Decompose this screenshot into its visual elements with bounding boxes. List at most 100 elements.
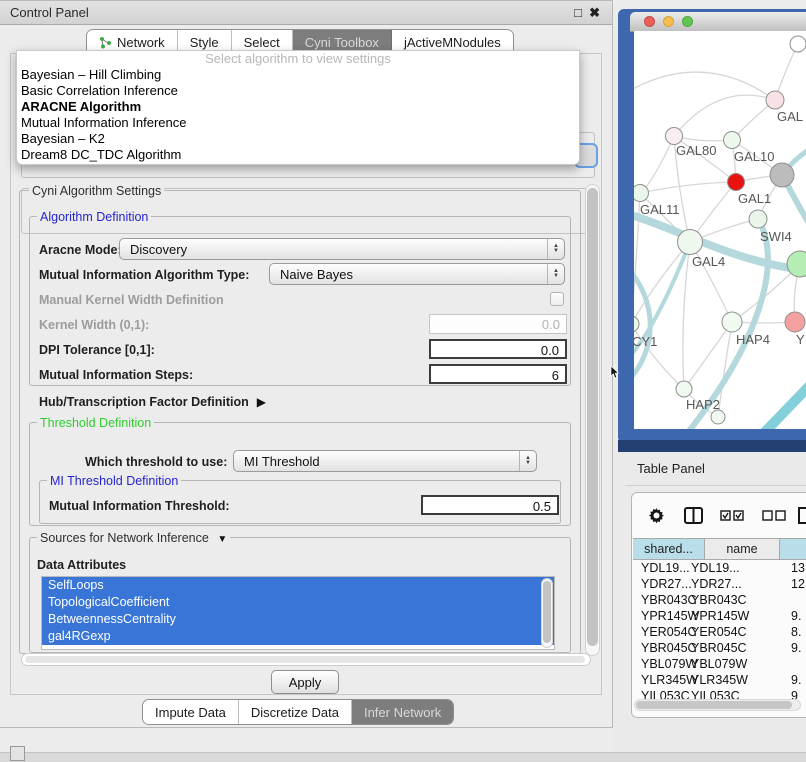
control-panel-titlebar: Control Panel □ ✖: [0, 1, 612, 25]
tab-label: Infer Network: [364, 705, 441, 720]
algorithm-option[interactable]: Bayesian – K2: [17, 131, 579, 147]
main-scrollbar-thumb[interactable]: [587, 188, 598, 646]
tab-infer-network[interactable]: Infer Network: [352, 700, 453, 724]
network-node-gal10[interactable]: [724, 132, 741, 149]
hub-definition-section[interactable]: Hub/Transcription Factor Definition ▶: [39, 395, 266, 409]
algorithm-option[interactable]: ARACNE Algorithm: [17, 99, 579, 115]
attribute-item[interactable]: TopologicalCoefficient: [42, 594, 554, 611]
network-node[interactable]: [790, 36, 806, 52]
table-hscrollbar-track[interactable]: [634, 699, 801, 711]
attribute-item[interactable]: BetweennessCentrality: [42, 611, 554, 628]
kernel-width-field[interactable]: 0.0: [429, 314, 567, 334]
network-window-bottom-edge: [618, 440, 806, 452]
attr-list-scrollbar-track[interactable]: [541, 578, 553, 648]
which-threshold-combo[interactable]: MI Threshold ▲▼: [233, 450, 537, 472]
control-panel-title: Control Panel: [10, 5, 89, 20]
partial-toolbar-button[interactable]: [10, 746, 25, 761]
combo-stepper-icon: ▲▼: [519, 451, 536, 471]
kernel-width-label: Kernel Width (0,1):: [39, 318, 149, 332]
network-node-gal1[interactable]: [728, 174, 745, 191]
close-traffic-icon[interactable]: [644, 16, 655, 27]
combo-stepper-icon: ▲▼: [547, 239, 564, 259]
mi-type-combo[interactable]: Naive Bayes ▲▼: [269, 263, 565, 285]
manual-kernel-label: Manual Kernel Width Definition: [39, 293, 224, 307]
network-node-gal11[interactable]: [634, 185, 649, 202]
table-cell: 8.: [791, 625, 801, 639]
table-row[interactable]: YBR045CYBR045C9.: [633, 640, 806, 656]
document-icon[interactable]: [798, 507, 806, 524]
attr-list-scrollbar-thumb[interactable]: [543, 581, 551, 643]
expand-right-icon[interactable]: ▶: [257, 395, 266, 409]
algorithm-option[interactable]: Basic Correlation Inference: [17, 83, 579, 99]
zoom-traffic-icon[interactable]: [682, 16, 693, 27]
list-hscrollbar-track[interactable]: [21, 653, 591, 666]
network-node-gal[interactable]: [766, 91, 784, 109]
mi-steps-field[interactable]: 6: [429, 364, 567, 384]
cyni-algorithm-settings-title: Cyni Algorithm Settings: [29, 184, 164, 198]
network-node[interactable]: [711, 410, 725, 424]
aracne-mode-combo[interactable]: Discovery ▲▼: [119, 238, 565, 260]
network-node-hap2[interactable]: [676, 381, 692, 397]
table-row[interactable]: YBL079WYBL079W: [633, 656, 806, 672]
table-row[interactable]: YBR043CYBR043C: [633, 592, 806, 608]
network-node-y[interactable]: [785, 312, 805, 332]
apply-button[interactable]: Apply: [271, 670, 339, 694]
main-scrollbar-track[interactable]: [585, 184, 600, 656]
manual-kernel-checkbox[interactable]: [550, 292, 564, 306]
mi-threshold-field[interactable]: 0.5: [421, 495, 559, 515]
collapse-down-icon[interactable]: ▼: [217, 534, 227, 545]
unchecked-pair-icon[interactable]: [762, 510, 786, 521]
algorithm-option[interactable]: Dream8 DC_TDC Algorithm: [17, 147, 579, 163]
algorithm-option[interactable]: Mutual Information Inference: [17, 115, 579, 131]
network-node-gal4[interactable]: [678, 230, 703, 255]
table-cell: YBL079W: [641, 657, 697, 671]
tab-discretize-data[interactable]: Discretize Data: [239, 700, 352, 724]
table-cell: 9.: [791, 609, 801, 623]
table-cell: YBR045C: [641, 641, 697, 655]
table-cell: YBR043C: [641, 593, 697, 607]
node-label: HAP2: [686, 397, 720, 412]
checked-pair-icon[interactable]: [720, 510, 744, 521]
network-node[interactable]: [770, 163, 794, 187]
mi-threshold-group-title: MI Threshold Definition: [47, 474, 181, 488]
network-node-hap4[interactable]: [722, 312, 742, 332]
table-row[interactable]: YLR345WYLR345W9.: [633, 672, 806, 688]
minimize-traffic-icon[interactable]: [663, 16, 674, 27]
list-hscrollbar-thumb[interactable]: [25, 656, 585, 663]
float-window-icon[interactable]: □: [574, 5, 582, 20]
close-window-icon[interactable]: ✖: [589, 5, 600, 21]
network-canvas[interactable]: GALGAL80GAL10GAL1GAL11SWI4GAL4GCY1HAP4YH…: [634, 31, 806, 429]
gear-icon[interactable]: [648, 507, 665, 524]
table-cell: YBL079W: [691, 657, 747, 671]
table-row[interactable]: YPR145WYPR145W9.: [633, 608, 806, 624]
table-cell: 9.: [791, 673, 801, 687]
tab-impute-data[interactable]: Impute Data: [143, 700, 239, 724]
table-cell: YBR045C: [691, 641, 747, 655]
table-cell: YLR345W: [691, 673, 748, 687]
network-node-swi4[interactable]: [749, 210, 767, 228]
table-row[interactable]: YER054CYER054C8.: [633, 624, 806, 640]
split-columns-icon[interactable]: [684, 507, 703, 524]
sources-group-title[interactable]: Sources for Network Inference ▼: [37, 531, 230, 545]
column-header[interactable]: [780, 538, 806, 560]
combo-stepper-icon: ▲▼: [547, 264, 564, 284]
algorithm-option[interactable]: Bayesian – Hill Climbing: [17, 67, 579, 83]
table-row[interactable]: YDR27...YDR27...12: [633, 576, 806, 592]
network-view-titlebar[interactable]: [630, 12, 806, 32]
attribute-item[interactable]: gal4RGexp: [42, 628, 554, 645]
table-cell: YDL19...: [641, 561, 690, 575]
network-node-gal80[interactable]: [666, 128, 683, 145]
network-node[interactable]: [787, 251, 806, 277]
tab-label: Impute Data: [155, 705, 226, 720]
network-node-gcy1[interactable]: [634, 316, 639, 332]
table-row[interactable]: YDL19...YDL19...13: [633, 560, 806, 576]
column-header[interactable]: name: [705, 538, 780, 560]
aracne-mode-value: Discovery: [120, 242, 547, 257]
dpi-tolerance-field[interactable]: 0.0: [429, 339, 567, 359]
data-attributes-list[interactable]: SelfLoopsTopologicalCoefficientBetweenne…: [41, 576, 555, 650]
attribute-item[interactable]: SelfLoops: [42, 577, 554, 594]
node-label: HAP4: [736, 332, 770, 347]
table-hscrollbar-thumb[interactable]: [636, 701, 792, 709]
column-header[interactable]: shared...: [633, 538, 705, 560]
table-header-row: shared...name: [633, 538, 806, 560]
